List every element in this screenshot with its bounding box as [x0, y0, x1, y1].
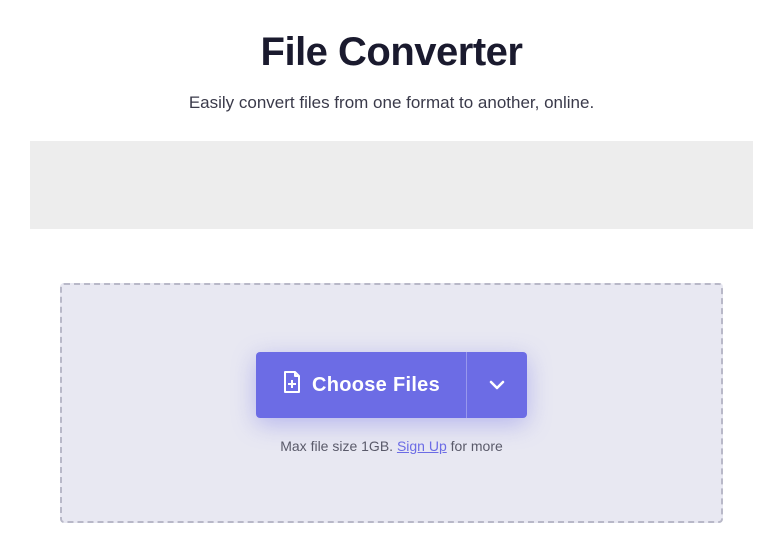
- choose-files-button[interactable]: Choose Files: [256, 352, 466, 418]
- hint-prefix: Max file size 1GB.: [280, 438, 397, 454]
- main-panel: Choose Files Max file size 1GB. Sign Up …: [30, 253, 753, 553]
- ad-banner: [30, 141, 753, 229]
- page-subtitle: Easily convert files from one format to …: [0, 93, 783, 113]
- file-add-icon: [282, 370, 302, 400]
- choose-files-label: Choose Files: [312, 374, 440, 397]
- page-title: File Converter: [0, 30, 783, 75]
- file-dropzone[interactable]: Choose Files Max file size 1GB. Sign Up …: [60, 283, 723, 523]
- upload-button-group: Choose Files: [256, 352, 527, 418]
- sign-up-link[interactable]: Sign Up: [397, 438, 447, 454]
- file-size-hint: Max file size 1GB. Sign Up for more: [280, 438, 503, 454]
- chevron-down-icon: [489, 378, 505, 393]
- hint-suffix: for more: [447, 438, 503, 454]
- upload-source-dropdown[interactable]: [466, 352, 527, 418]
